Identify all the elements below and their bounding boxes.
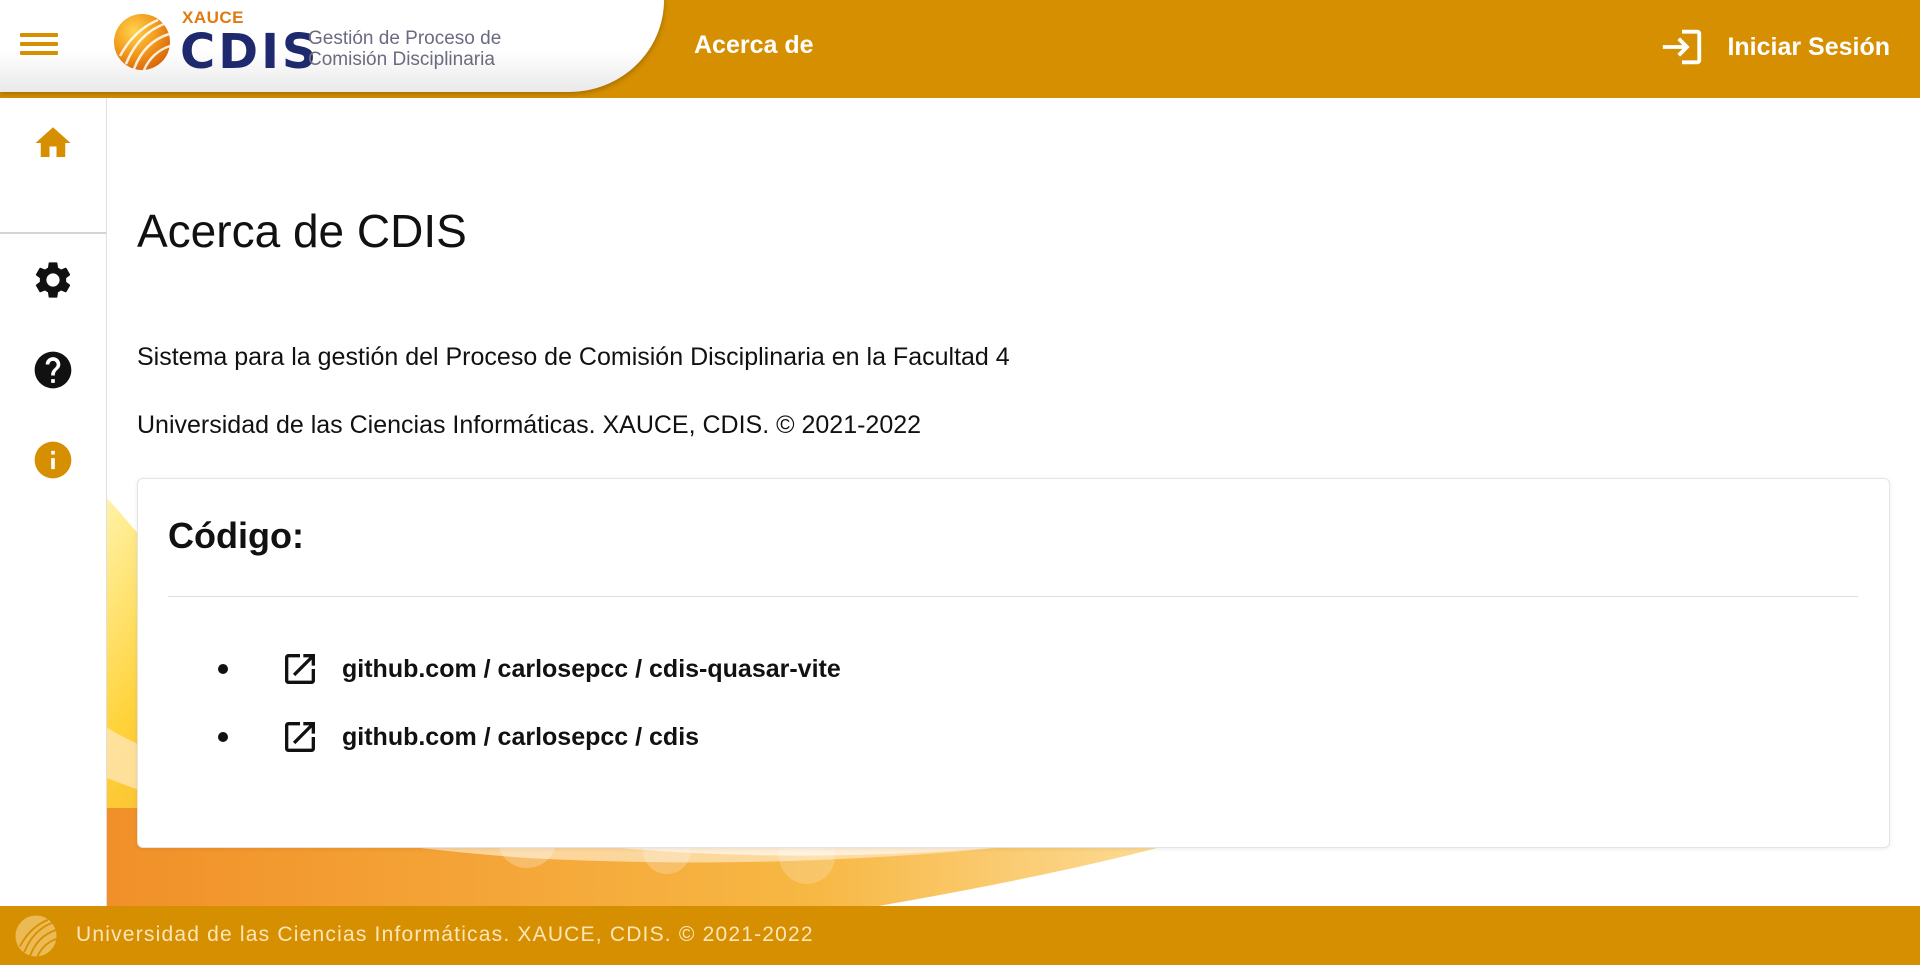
sidebar-item-settings[interactable] — [28, 255, 78, 305]
login-button[interactable]: Iniciar Sesión — [1659, 22, 1890, 72]
code-card-title: Código: — [168, 515, 304, 556]
bullet — [218, 732, 228, 742]
open-in-new-icon[interactable] — [280, 717, 320, 757]
app-footer: Universidad de las Ciencias Informáticas… — [0, 906, 1920, 965]
sidebar-item-help[interactable] — [28, 345, 78, 395]
repo-link[interactable]: github.com / carlosepcc / cdis — [342, 723, 699, 752]
open-in-new-icon[interactable] — [280, 649, 320, 689]
sidebar-item-about[interactable] — [28, 435, 78, 485]
sidebar — [0, 98, 107, 906]
main-content: Acerca de CDIS Sistema para la gestión d… — [107, 98, 1920, 906]
logo-subtitle: Gestión de Proceso de Comisión Disciplin… — [308, 28, 501, 70]
info-icon — [34, 441, 72, 479]
page-title: Acerca de CDIS — [137, 205, 467, 257]
footer-copyright: Universidad de las Ciencias Informáticas… — [76, 923, 814, 946]
sidebar-divider — [0, 232, 106, 234]
logo-subtitle-line2: Comisión Disciplinaria — [308, 49, 495, 70]
app-header: XAUCE CDIS Gestión de Proceso de Comisió… — [0, 0, 1920, 98]
sidebar-item-home[interactable] — [28, 118, 78, 168]
code-card: Código: github.com / carlosepcc / cdis-q… — [137, 478, 1890, 848]
brand-panel: XAUCE CDIS Gestión de Proceso de Comisió… — [0, 0, 664, 92]
login-icon — [1663, 29, 1702, 65]
logo-subtitle-line1: Gestión de Proceso de — [308, 28, 502, 49]
logo-cdis-text: CDIS — [180, 24, 320, 80]
copyright-text: Universidad de las Ciencias Informáticas… — [137, 411, 922, 439]
help-icon — [34, 351, 72, 389]
card-divider — [168, 596, 1858, 597]
bullet — [218, 664, 228, 674]
list-item: github.com / carlosepcc / cdis — [218, 714, 699, 760]
menu-icon-bar — [20, 42, 58, 46]
home-icon — [35, 127, 71, 157]
menu-icon-bar — [20, 33, 58, 37]
system-description: Sistema para la gestión del Proceso de C… — [137, 343, 1010, 371]
gear-icon — [35, 262, 71, 298]
logo-ball-icon — [114, 14, 171, 71]
repo-link[interactable]: github.com / carlosepcc / cdis-quasar-vi… — [342, 655, 841, 684]
menu-button[interactable] — [20, 28, 58, 64]
list-item: github.com / carlosepcc / cdis-quasar-vi… — [218, 646, 841, 692]
menu-icon-bar — [20, 51, 58, 55]
footer-logo-icon — [15, 915, 57, 957]
login-label: Iniciar Sesión — [1727, 32, 1890, 61]
nav-title: Acerca de — [694, 31, 814, 59]
